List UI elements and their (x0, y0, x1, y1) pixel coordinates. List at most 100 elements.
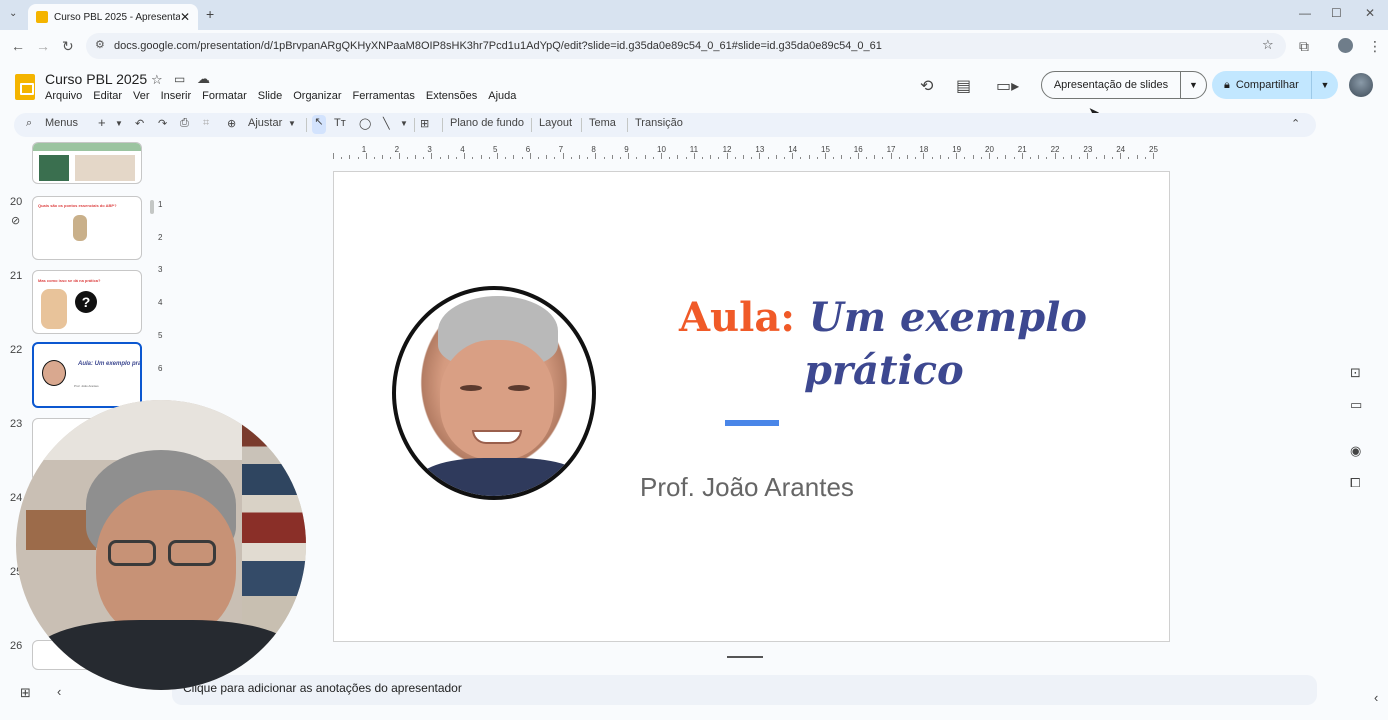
zoom-dropdown-icon[interactable]: ▼ (288, 119, 296, 128)
menu-slide[interactable]: Slide (258, 90, 282, 102)
slide-title-line1[interactable]: Aula: Um exemplo (679, 294, 1087, 341)
reload-icon[interactable]: ↻ (62, 38, 74, 55)
expand-panel-icon[interactable]: ‹ (1374, 690, 1378, 705)
user-avatar[interactable] (1349, 73, 1373, 97)
menu-ferramentas[interactable]: Ferramentas (353, 90, 415, 102)
forward-icon[interactable]: → (36, 38, 50, 54)
share-label: Compartilhar (1235, 79, 1299, 91)
ruler-label: 16 (853, 145, 863, 154)
slide-subtitle[interactable]: Prof. João Arantes (640, 472, 854, 503)
ruler-tick (1046, 157, 1048, 159)
print-icon[interactable]: ⎙ (180, 117, 189, 130)
ruler-tick (513, 155, 515, 159)
ruler-tick (1103, 155, 1105, 159)
paint-format-icon[interactable]: ⌗ (203, 117, 209, 130)
bookmark-star-icon[interactable]: ☆ (1262, 37, 1274, 53)
slides-logo-icon[interactable] (15, 74, 35, 100)
slideshow-button[interactable]: Apresentação de slides ▼ (1041, 71, 1207, 99)
thumb-title: Quais são os pontos essenciais do ABP? (38, 203, 117, 208)
close-tab-icon[interactable]: ✕ (180, 10, 190, 24)
new-slide-dropdown-icon[interactable]: ▼ (115, 119, 123, 128)
slide-thumbnail-selected[interactable]: Aula: Um exemplo prático Prof. João Aran… (32, 342, 142, 408)
slide-thumbnail[interactable]: Quais são os pontos essenciais do ABP? (32, 196, 142, 260)
new-slide-icon[interactable]: + (98, 115, 106, 130)
version-history-icon[interactable]: ⟲ (920, 76, 933, 96)
slideshow-label[interactable]: Apresentação de slides (1042, 72, 1181, 98)
profile-avatar-icon[interactable] (1338, 38, 1353, 53)
ruler-tick (1144, 157, 1146, 159)
menu-ver[interactable]: Ver (133, 90, 150, 102)
record-icon[interactable]: ◉ (1350, 443, 1361, 459)
site-info-icon[interactable]: ⚙ (95, 38, 105, 51)
filmstrip-scrollbar[interactable] (150, 200, 154, 214)
title-aula: Aula: (679, 294, 795, 341)
comments-icon[interactable]: ▤ (956, 76, 971, 96)
ruler-tick (882, 157, 884, 159)
document-title[interactable]: Curso PBL 2025 (45, 71, 147, 87)
line-icon[interactable]: ╲ (383, 117, 390, 130)
menu-editar[interactable]: Editar (93, 90, 122, 102)
slide-thumbnail[interactable]: Mas como isso se dá na prática? ? (32, 270, 142, 334)
speaker-notes[interactable]: Clique para adicionar as anotações do ap… (172, 675, 1317, 705)
share-button[interactable]: 🔒︎ Compartilhar ▼ (1212, 71, 1338, 99)
minimize-icon[interactable]: — (1299, 6, 1311, 20)
notes-resize-handle[interactable] (727, 656, 763, 658)
keep-icon[interactable]: ⊡ (1350, 365, 1361, 381)
menu-organizar[interactable]: Organizar (293, 90, 341, 102)
grid-view-icon[interactable]: ⊞ (20, 685, 31, 701)
menu-bar: Arquivo Editar Ver Inserir Formatar Slid… (45, 90, 516, 102)
zoom-icon[interactable]: ⊕ (227, 117, 236, 130)
theme-button[interactable]: Tema (589, 117, 616, 129)
extensions-icon[interactable]: ⧉ (1299, 38, 1309, 55)
transition-button[interactable]: Transição (635, 117, 683, 129)
layout-button[interactable]: Layout (539, 117, 572, 129)
back-icon[interactable]: ← (11, 38, 25, 54)
menu-ajuda[interactable]: Ajuda (488, 90, 516, 102)
ruler-tick (931, 157, 933, 159)
menu-arquivo[interactable]: Arquivo (45, 90, 82, 102)
browser-tab[interactable]: Curso PBL 2025 - Apresentação ✕ (28, 4, 198, 30)
search-menus-icon[interactable]: ⌕ (26, 117, 32, 130)
ruler-label: 23 (1083, 145, 1093, 154)
tab-search-icon[interactable]: ⌄ (9, 8, 17, 19)
text-box-icon[interactable]: Tт (334, 117, 346, 129)
ruler-tick (505, 157, 507, 159)
share-dropdown-icon[interactable]: ▼ (1312, 80, 1338, 90)
close-window-icon[interactable]: ✕ (1365, 6, 1375, 20)
new-tab-icon[interactable]: + (206, 6, 214, 22)
video-icon[interactable]: ⧠ (1350, 475, 1360, 491)
menu-extensoes[interactable]: Extensões (426, 90, 477, 102)
url-field[interactable]: ⚙ docs.google.com/presentation/d/1pBrvpa… (86, 33, 1286, 59)
share-label-wrap[interactable]: 🔒︎ Compartilhar (1212, 71, 1312, 99)
zoom-fit-label[interactable]: Ajustar (248, 117, 282, 129)
background-button[interactable]: Plano de fundo (450, 117, 524, 129)
redo-icon[interactable]: ↷ (158, 117, 167, 130)
presenter-portrait[interactable] (392, 286, 596, 500)
maximize-icon[interactable]: ☐ (1331, 6, 1342, 20)
slide-title-line2[interactable]: prático (804, 347, 964, 394)
toolbar-divider (414, 118, 415, 132)
ruler-tick (620, 157, 621, 159)
browser-menu-icon[interactable]: ⋮ (1368, 38, 1382, 55)
shape-icon[interactable]: ◯ (359, 117, 371, 130)
ruler-tick (841, 155, 843, 159)
ruler-tick (948, 157, 949, 159)
add-comment-icon[interactable]: ⊞ (420, 117, 429, 130)
search-menus-label[interactable]: Menus (45, 117, 78, 129)
select-tool-icon[interactable]: ↖ (312, 115, 326, 134)
menu-formatar[interactable]: Formatar (202, 90, 247, 102)
ruler-tick (1095, 157, 1097, 159)
ruler-label: 19 (952, 145, 962, 154)
meet-camera-icon[interactable]: ▭▸ (996, 76, 1019, 96)
undo-icon[interactable]: ↶ (135, 117, 144, 130)
slide-canvas[interactable]: Aula: Um exemplo prático Prof. João Aran… (333, 171, 1170, 642)
collapse-toolbar-icon[interactable]: ⌃ (1291, 117, 1300, 130)
slide-thumbnail[interactable] (32, 142, 142, 184)
move-folder-icon[interactable]: ▭ (174, 72, 185, 86)
menu-inserir[interactable]: Inserir (161, 90, 192, 102)
line-dropdown-icon[interactable]: ▼ (400, 119, 408, 128)
drive-folder-icon[interactable]: ▭ (1350, 397, 1362, 413)
slideshow-dropdown-icon[interactable]: ▼ (1181, 80, 1206, 90)
cloud-saved-icon: ☁ (197, 71, 210, 86)
star-icon[interactable]: ☆ (151, 72, 163, 88)
